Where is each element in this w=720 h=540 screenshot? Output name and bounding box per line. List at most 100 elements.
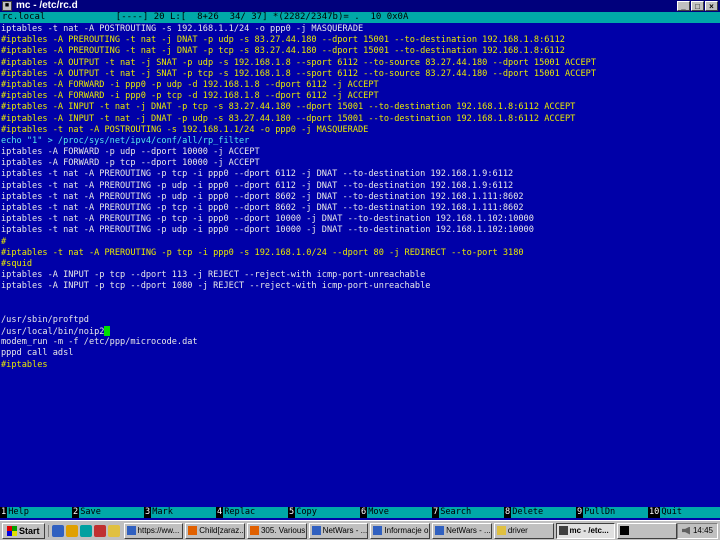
fkey-label: Replac [223, 507, 288, 518]
editor-line-text: iptables -t nat -A POSTROUTING -s 192.16… [1, 24, 364, 34]
editor-line-text: iptables -t nat -A PREROUTING -p udp -i … [1, 225, 534, 236]
editor-line[interactable]: # [0, 237, 720, 248]
close-button[interactable]: × [705, 1, 718, 11]
start-label: Start [19, 525, 40, 536]
editor-line[interactable]: iptables -A FORWARD -p udp --dport 10000… [0, 147, 720, 158]
editor-line[interactable]: iptables -t nat -A PREROUTING -p udp -i … [0, 192, 720, 203]
fkey-move[interactable]: 6 Move [360, 507, 432, 518]
media-icon[interactable] [93, 524, 106, 537]
clock[interactable]: 14:45 [693, 526, 713, 535]
fkey-mark[interactable]: 3 Mark [144, 507, 216, 518]
fkey-number: 1 [0, 507, 8, 518]
editor-line[interactable]: echo "1" > /proc/sys/net/ipv4/conf/all/r… [0, 136, 720, 147]
editor-line[interactable]: /usr/local/bin/noip2 [0, 326, 720, 337]
terminal-icon[interactable]: ■ [2, 1, 12, 11]
editor-line[interactable]: iptables -A INPUT -p tcp --dport 113 -j … [0, 270, 720, 281]
editor-status-line: rc.local [----] 20 L:[ 8+26 34/ 37] *(22… [0, 12, 720, 23]
editor-line[interactable]: /usr/sbin/proftpd [0, 315, 720, 326]
task-label: 305. Various... [260, 526, 306, 535]
fkey-pulldn[interactable]: 9 PullDn [576, 507, 648, 518]
editor-line-text: iptables -t nat -A PREROUTING -p tcp -i … [1, 203, 524, 213]
browser-icon[interactable] [51, 524, 64, 537]
fkey-label: Delete [511, 507, 576, 518]
editor-line[interactable]: iptables -t nat -A PREROUTING -p tcp -i … [0, 214, 720, 225]
task-label: Child[zaraz... [199, 526, 245, 535]
editor-line[interactable]: #iptables -A PREROUTING -t nat -j DNAT -… [0, 46, 720, 57]
fkey-label: Copy [295, 507, 360, 518]
editor-line[interactable]: iptables -t nat -A POSTROUTING -s 192.16… [0, 24, 720, 35]
app-icon [620, 526, 630, 535]
mail-icon[interactable] [65, 524, 78, 537]
editor-line[interactable]: #iptables -A PREROUTING -t nat -j DNAT -… [0, 35, 720, 46]
editor-line-text: /usr/local/bin/noip2 [1, 327, 105, 338]
maximize-button[interactable]: □ [691, 1, 704, 11]
editor-line-text: iptables -A INPUT -p tcp --dport 1080 -j… [1, 281, 431, 292]
fkey-number: 6 [360, 507, 368, 518]
window-title-bar[interactable]: ■ mc - /etc/rc.d _ □ × [0, 0, 720, 12]
fkey-label: Help [7, 507, 72, 518]
editor-line[interactable]: #iptables -A INPUT -t nat -j DNAT -p udp… [0, 114, 720, 125]
editor-line[interactable]: #iptables [0, 360, 720, 371]
editor-line[interactable]: iptables -t nat -A PREROUTING -p udp -i … [0, 225, 720, 236]
task-button[interactable]: Informacje o... [370, 522, 431, 539]
fkey-number: 2 [72, 507, 80, 518]
task-label: NetWars - ... [322, 526, 368, 535]
task-button[interactable]: NetWars - ... [432, 522, 492, 539]
app-icon [558, 526, 568, 535]
window-controls: _ □ × [677, 1, 718, 11]
task-button[interactable]: NetWars - ... [308, 522, 369, 539]
editor-line[interactable]: iptables -A INPUT -p tcp --dport 1080 -j… [0, 281, 720, 292]
editor-line[interactable]: #iptables -t nat -A POSTROUTING -s 192.1… [0, 125, 720, 136]
minimize-button[interactable]: _ [677, 1, 690, 11]
editor-line-text: iptables -A FORWARD -p tcp --dport 10000… [1, 158, 260, 169]
editor-line[interactable]: modem_run -m -f /etc/ppp/microcode.dat [0, 337, 720, 348]
fkey-help[interactable]: 1 Help [0, 507, 72, 518]
editor-line[interactable]: #iptables -t nat -A PREROUTING -p tcp -i… [0, 248, 720, 259]
speaker-icon[interactable] [681, 526, 690, 535]
editor-line[interactable]: iptables -A FORWARD -p tcp --dport 10000… [0, 158, 720, 169]
task-label: NetWars - ... [446, 526, 491, 535]
fkey-label: Search [439, 507, 504, 518]
editor-line[interactable]: #iptables -A INPUT -t nat -j DNAT -p tcp… [0, 102, 720, 113]
fkey-delete[interactable]: 8 Delete [504, 507, 576, 518]
editor-line-text: iptables -t nat -A PREROUTING -p tcp -i … [1, 214, 534, 225]
task-button[interactable]: mc - /etc... [555, 522, 616, 539]
editor-line-text: #iptables -A PREROUTING -t nat -j DNAT -… [1, 35, 565, 46]
text-cursor [104, 326, 111, 337]
fkey-replac[interactable]: 4 Replac [216, 507, 288, 518]
editor-line[interactable]: iptables -t nat -A PREROUTING -p udp -i … [0, 181, 720, 192]
editor-line[interactable]: #iptables -A FORWARD -i ppp0 -p udp -d 1… [0, 80, 720, 91]
editor-line[interactable]: #iptables -A OUTPUT -t nat -j SNAT -p ud… [0, 58, 720, 69]
fkey-number: 3 [144, 507, 152, 518]
editor-line[interactable]: pppd call adsl [0, 348, 720, 359]
desktop-icon[interactable] [79, 524, 92, 537]
app-icon [249, 526, 259, 535]
explorer-icon[interactable] [107, 524, 120, 537]
fkey-copy[interactable]: 5 Copy [288, 507, 360, 518]
editor-line-text: modem_run -m -f /etc/ppp/microcode.dat [1, 337, 198, 348]
task-button[interactable]: Child[zaraz... [185, 522, 245, 539]
editor-line[interactable]: iptables -t nat -A PREROUTING -p tcp -i … [0, 169, 720, 180]
task-button[interactable]: https://ww... [123, 522, 184, 539]
editor-line-text: iptables -t nat -A PREROUTING -p tcp -i … [1, 169, 514, 180]
editor-line[interactable] [0, 293, 720, 304]
editor-line[interactable] [0, 304, 720, 315]
editor-line[interactable]: iptables -t nat -A PREROUTING -p tcp -i … [0, 203, 720, 214]
fkey-search[interactable]: 7 Search [432, 507, 504, 518]
editor-line-text: #iptables -t nat -A POSTROUTING -s 192.1… [1, 124, 369, 135]
fkey-number: 4 [216, 507, 224, 518]
fkey-quit[interactable]: 10 Quit [648, 507, 720, 518]
editor-line[interactable]: #iptables -A FORWARD -i ppp0 -p tcp -d 1… [0, 91, 720, 102]
task-label: driver [507, 526, 528, 535]
task-button[interactable]: driver [493, 522, 554, 539]
task-button[interactable] [617, 522, 677, 539]
fkey-save[interactable]: 2 Save [72, 507, 144, 518]
windows-taskbar: Start https://ww... Child[zaraz... 305. Va… [0, 520, 720, 540]
editor-text-area[interactable]: iptables -t nat -A POSTROUTING -s 192.16… [0, 24, 720, 506]
task-button[interactable]: 305. Various... [246, 522, 307, 539]
fkey-number: 9 [576, 507, 584, 518]
editor-line[interactable]: #squid [0, 259, 720, 270]
start-button[interactable]: Start [2, 522, 45, 539]
task-label: mc - /etc... [569, 526, 609, 535]
editor-line[interactable]: #iptables -A OUTPUT -t nat -j SNAT -p tc… [0, 69, 720, 80]
